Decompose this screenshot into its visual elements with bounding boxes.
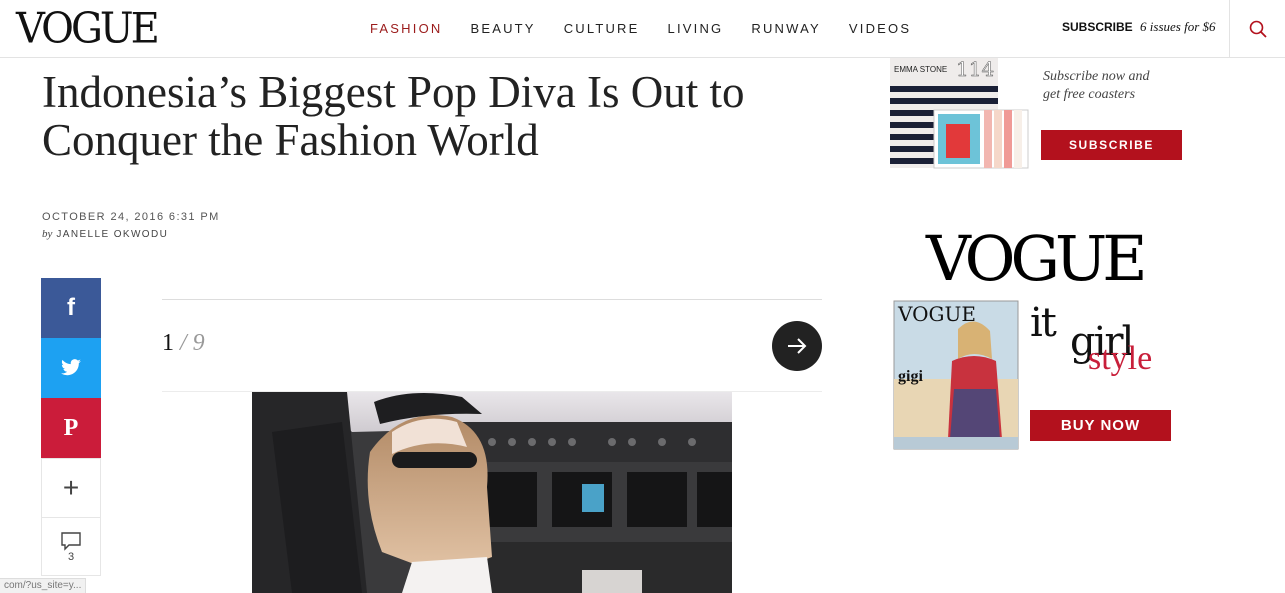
facebook-share-button[interactable]: f (41, 278, 101, 338)
promo-copy: Subscribe now and get free coasters (1043, 68, 1150, 104)
cover-sub: gigi (898, 368, 923, 385)
twitter-share-button[interactable] (41, 338, 101, 398)
comments-button[interactable]: 3 (41, 518, 101, 576)
subscribe-offer: 6 issues for $6 (1140, 19, 1216, 34)
itgirl-style-wordmark[interactable]: it girl style (1030, 300, 1180, 400)
vogue-logo[interactable]: VOGUE (16, 8, 160, 50)
plus-icon: + (62, 472, 80, 503)
facebook-icon: f (67, 294, 75, 321)
site-header: VOGUE FASHION BEAUTY CULTURE LIVING RUNW… (0, 0, 1285, 58)
twitter-icon (61, 359, 81, 376)
cover-issue: 114 (956, 58, 994, 81)
pinterest-icon: P (63, 414, 79, 441)
subscribe-link[interactable]: SUBSCRIBE (1062, 20, 1133, 34)
gallery-counter: 1 / 9 (162, 330, 205, 357)
search-icon (1249, 20, 1267, 38)
ad-vogue-logo[interactable]: VOGUE (926, 224, 1148, 294)
comment-count: 3 (67, 550, 75, 563)
buy-now-button[interactable]: BUY NOW (1030, 410, 1171, 441)
nav-culture[interactable]: CULTURE (564, 21, 640, 36)
cover-text-1: EMMA STONE (894, 65, 947, 74)
sidebar-subscribe-button[interactable]: SUBSCRIBE (1041, 130, 1182, 160)
more-share-button[interactable]: + (41, 458, 101, 518)
magazine-cover-image: VOGUE gigi (893, 300, 1019, 450)
gallery-divider-top (162, 299, 822, 300)
nav-living[interactable]: LIVING (668, 21, 724, 36)
share-rail: f P + 3 (41, 278, 101, 576)
article-date: OCTOBER 24, 2016 6:31 PM (42, 211, 220, 223)
style-word: style (1088, 340, 1153, 377)
gallery-total: / 9 (180, 330, 205, 356)
itgirl-cover-image[interactable]: VOGUE gigi (892, 299, 1020, 451)
status-bar: com/?us_site=y... (0, 578, 87, 593)
cockpit-photo (252, 392, 732, 593)
promo-copy-line1: Subscribe now and (1043, 69, 1150, 84)
nav-beauty[interactable]: BEAUTY (470, 21, 535, 36)
magazine-stack-image: EMMA STONE 114 (890, 57, 1029, 169)
gallery-photo[interactable] (252, 392, 732, 593)
nav-fashion[interactable]: FASHION (370, 21, 442, 36)
pinterest-share-button[interactable]: P (41, 398, 101, 458)
byline-prefix: by (42, 228, 53, 240)
promo-copy-line2: get free coasters (1043, 87, 1136, 102)
search-button[interactable] (1229, 0, 1285, 58)
article-headline: Indonesia’s Biggest Pop Diva Is Out to C… (42, 67, 745, 165)
header-subscribe[interactable]: SUBSCRIBE 6 issues for $6 (1062, 19, 1216, 35)
cover-title: VOGUE (897, 302, 976, 326)
it-word: it (1030, 300, 1057, 346)
gallery-next-button[interactable] (772, 321, 822, 371)
arrow-right-icon (788, 338, 807, 354)
author-link[interactable]: JANELLE OKWODU (56, 229, 168, 240)
gallery-current: 1 (162, 330, 174, 356)
main-nav: FASHION BEAUTY CULTURE LIVING RUNWAY VID… (370, 21, 939, 36)
article-byline: by JANELLE OKWODU (42, 228, 168, 240)
nav-videos[interactable]: VIDEOS (849, 21, 911, 36)
nav-runway[interactable]: RUNWAY (751, 21, 821, 36)
comment-icon (61, 531, 81, 551)
